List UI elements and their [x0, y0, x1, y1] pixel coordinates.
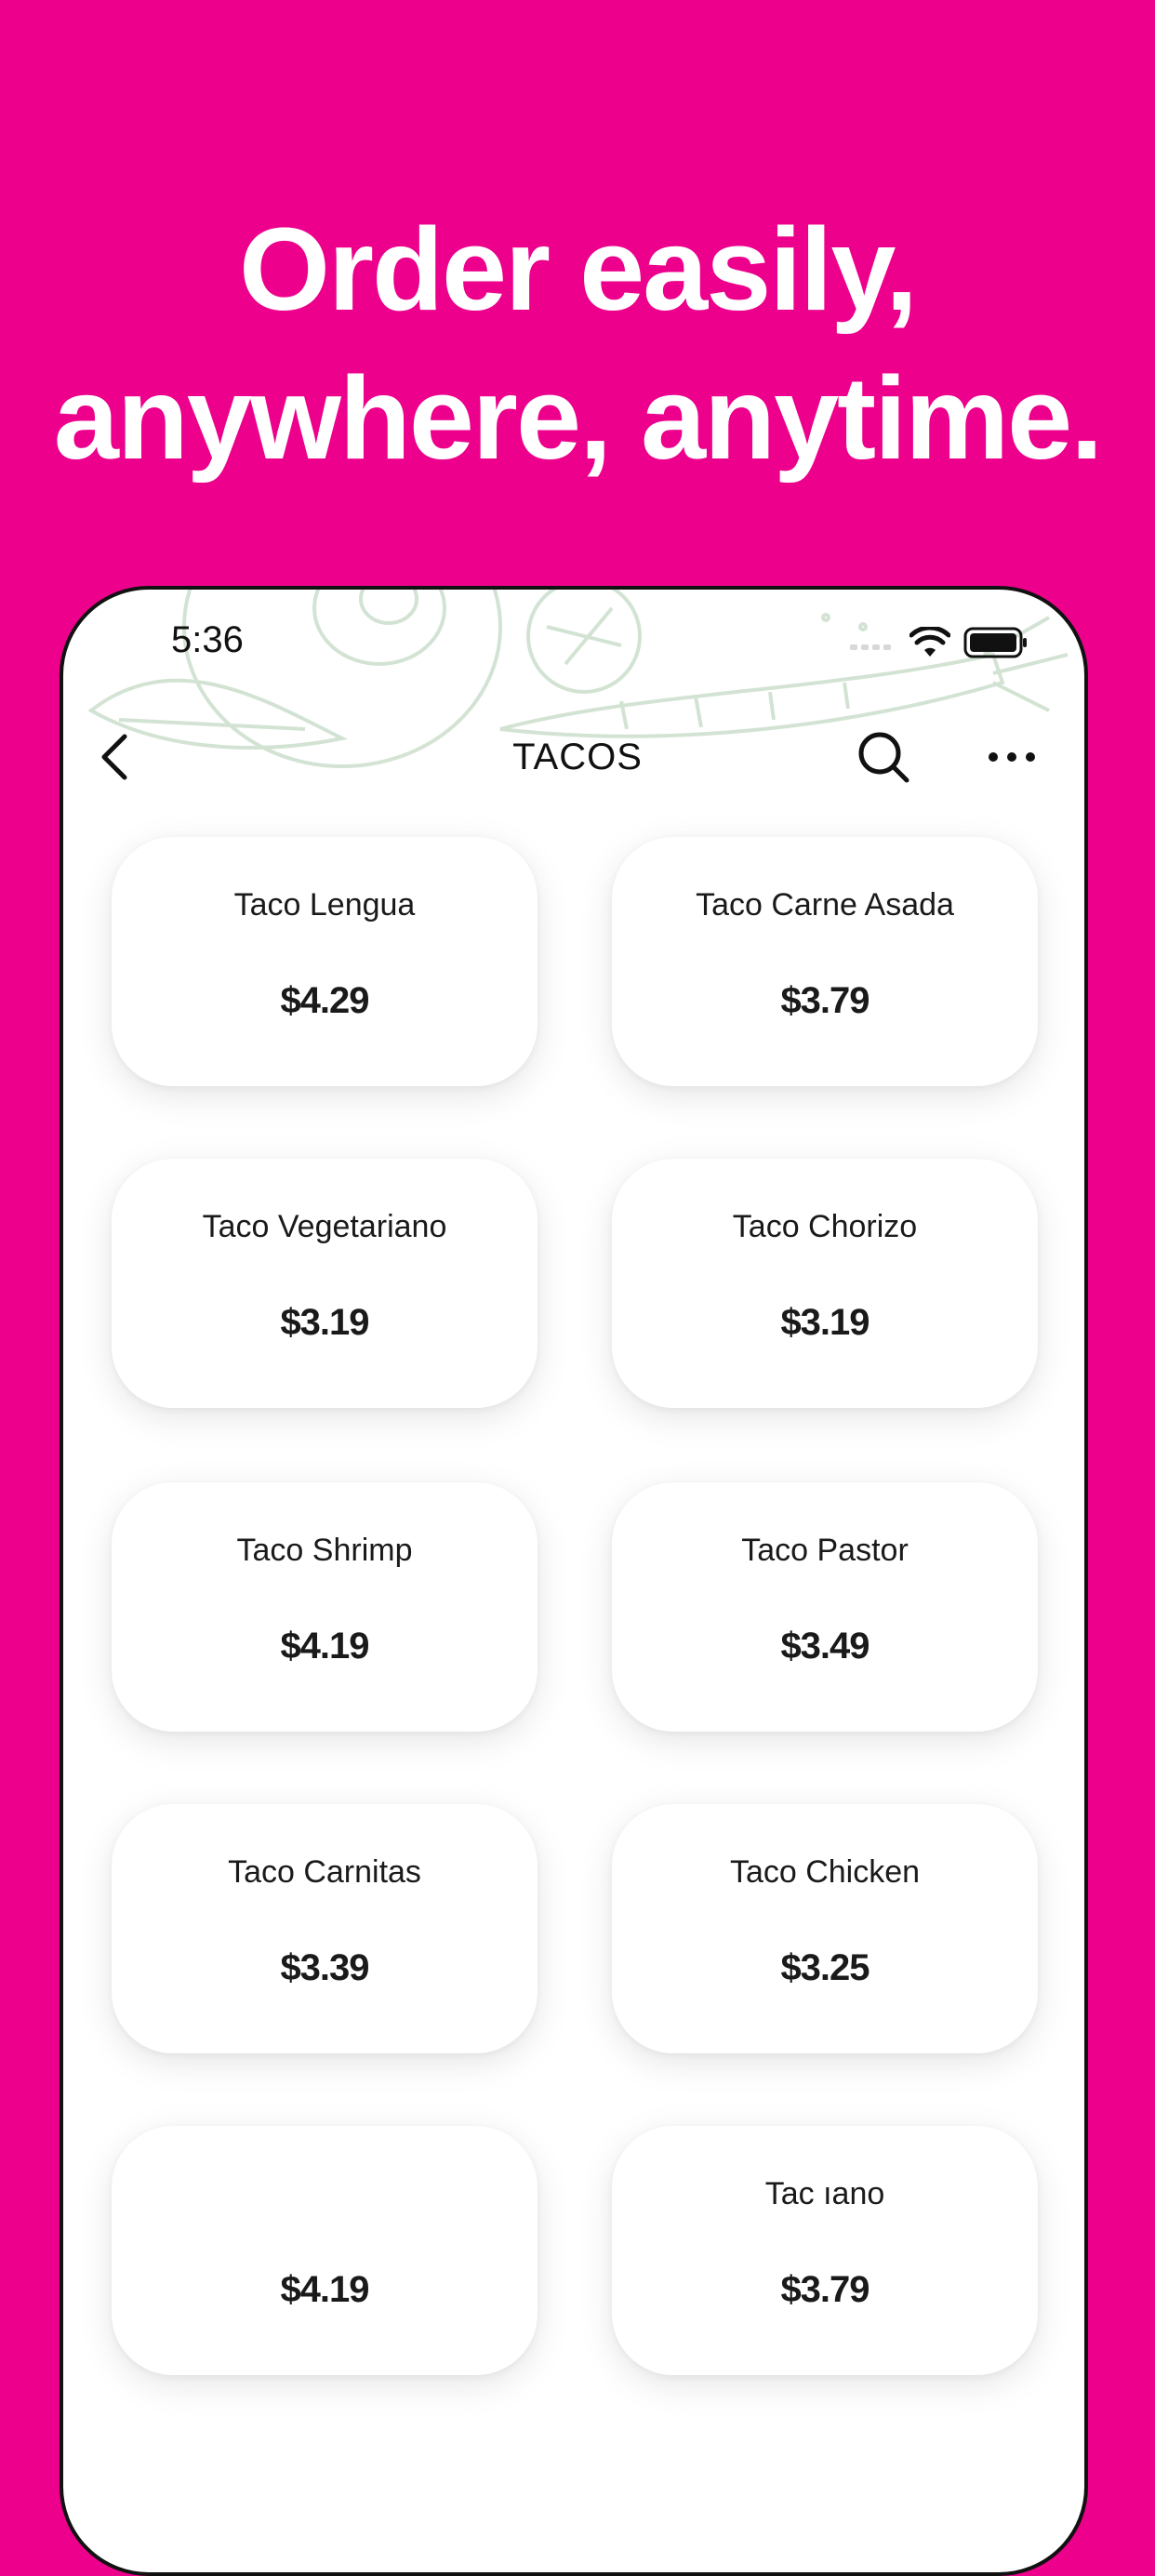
menu-item-price: $3.25 [780, 1947, 870, 1988]
menu-item-name: Taco Pastor [741, 1533, 909, 1568]
menu-item-name: Taco Carne Asada [696, 887, 954, 923]
page-title: TACOS [512, 737, 643, 777]
menu-item-name: Taco Chorizo [732, 1209, 918, 1244]
headline-line-2: anywhere, anytime. [53, 352, 1104, 484]
phone-frame: 5:36 TACOS Taco Lengua $4.29 Taco Carne … [60, 586, 1088, 2576]
menu-item-card[interactable]: Tac ıano $3.79 [612, 2126, 1038, 2375]
menu-item-price: $4.19 [280, 1626, 369, 1666]
menu-item-card[interactable]: Taco Lengua $4.29 [112, 837, 538, 1086]
menu-item-price: $4.19 [280, 2269, 369, 2310]
menu-item-price: $4.29 [280, 980, 369, 1021]
menu-item-name: Taco Lengua [233, 887, 416, 923]
more-icon[interactable] [984, 738, 1040, 776]
menu-item-card[interactable]: $4.19 [112, 2126, 538, 2375]
wifi-icon [909, 627, 950, 657]
menu-item-price: $3.19 [780, 1302, 870, 1343]
nav-bar: TACOS [63, 710, 1084, 803]
headline: Order easily, anywhere, anytime. [0, 195, 1155, 493]
menu-item-price: $3.39 [280, 1947, 369, 1988]
status-icons [850, 627, 1029, 658]
menu-item-name: Tac ıano [764, 2176, 885, 2211]
menu-item-name: Taco Chicken [729, 1854, 921, 1890]
search-icon[interactable] [856, 729, 911, 785]
menu-item-name: Taco Vegetariano [202, 1209, 447, 1244]
menu-item-card[interactable]: Taco Vegetariano $3.19 [112, 1159, 538, 1408]
menu-item-name: Taco Shrimp [236, 1533, 413, 1568]
card-connector [733, 1399, 906, 1464]
menu-item-name: Taco Carnitas [228, 1854, 421, 1890]
card-connector [242, 1399, 415, 1464]
menu-item-price: $3.19 [280, 1302, 369, 1343]
menu-item-card[interactable]: Taco Chorizo $3.19 [612, 1159, 1038, 1408]
menu-item-price: $3.79 [780, 2269, 870, 2310]
menu-item-card[interactable]: Taco Pastor $3.49 [612, 1482, 1038, 1732]
menu-item-card[interactable]: Taco Chicken $3.25 [612, 1804, 1038, 2053]
signal-icon [850, 644, 891, 650]
menu-item-card[interactable]: Taco Carne Asada $3.79 [612, 837, 1038, 1086]
status-time: 5:36 [171, 619, 244, 660]
menu-item-price: $3.49 [780, 1626, 870, 1666]
menu-item-card[interactable]: Taco Shrimp $4.19 [112, 1482, 538, 1732]
menu-item-card[interactable]: Taco Carnitas $3.39 [112, 1804, 538, 2053]
battery-icon [963, 627, 1027, 658]
menu-item-price: $3.79 [780, 980, 870, 1021]
headline-line-1: Order easily, [238, 204, 918, 335]
